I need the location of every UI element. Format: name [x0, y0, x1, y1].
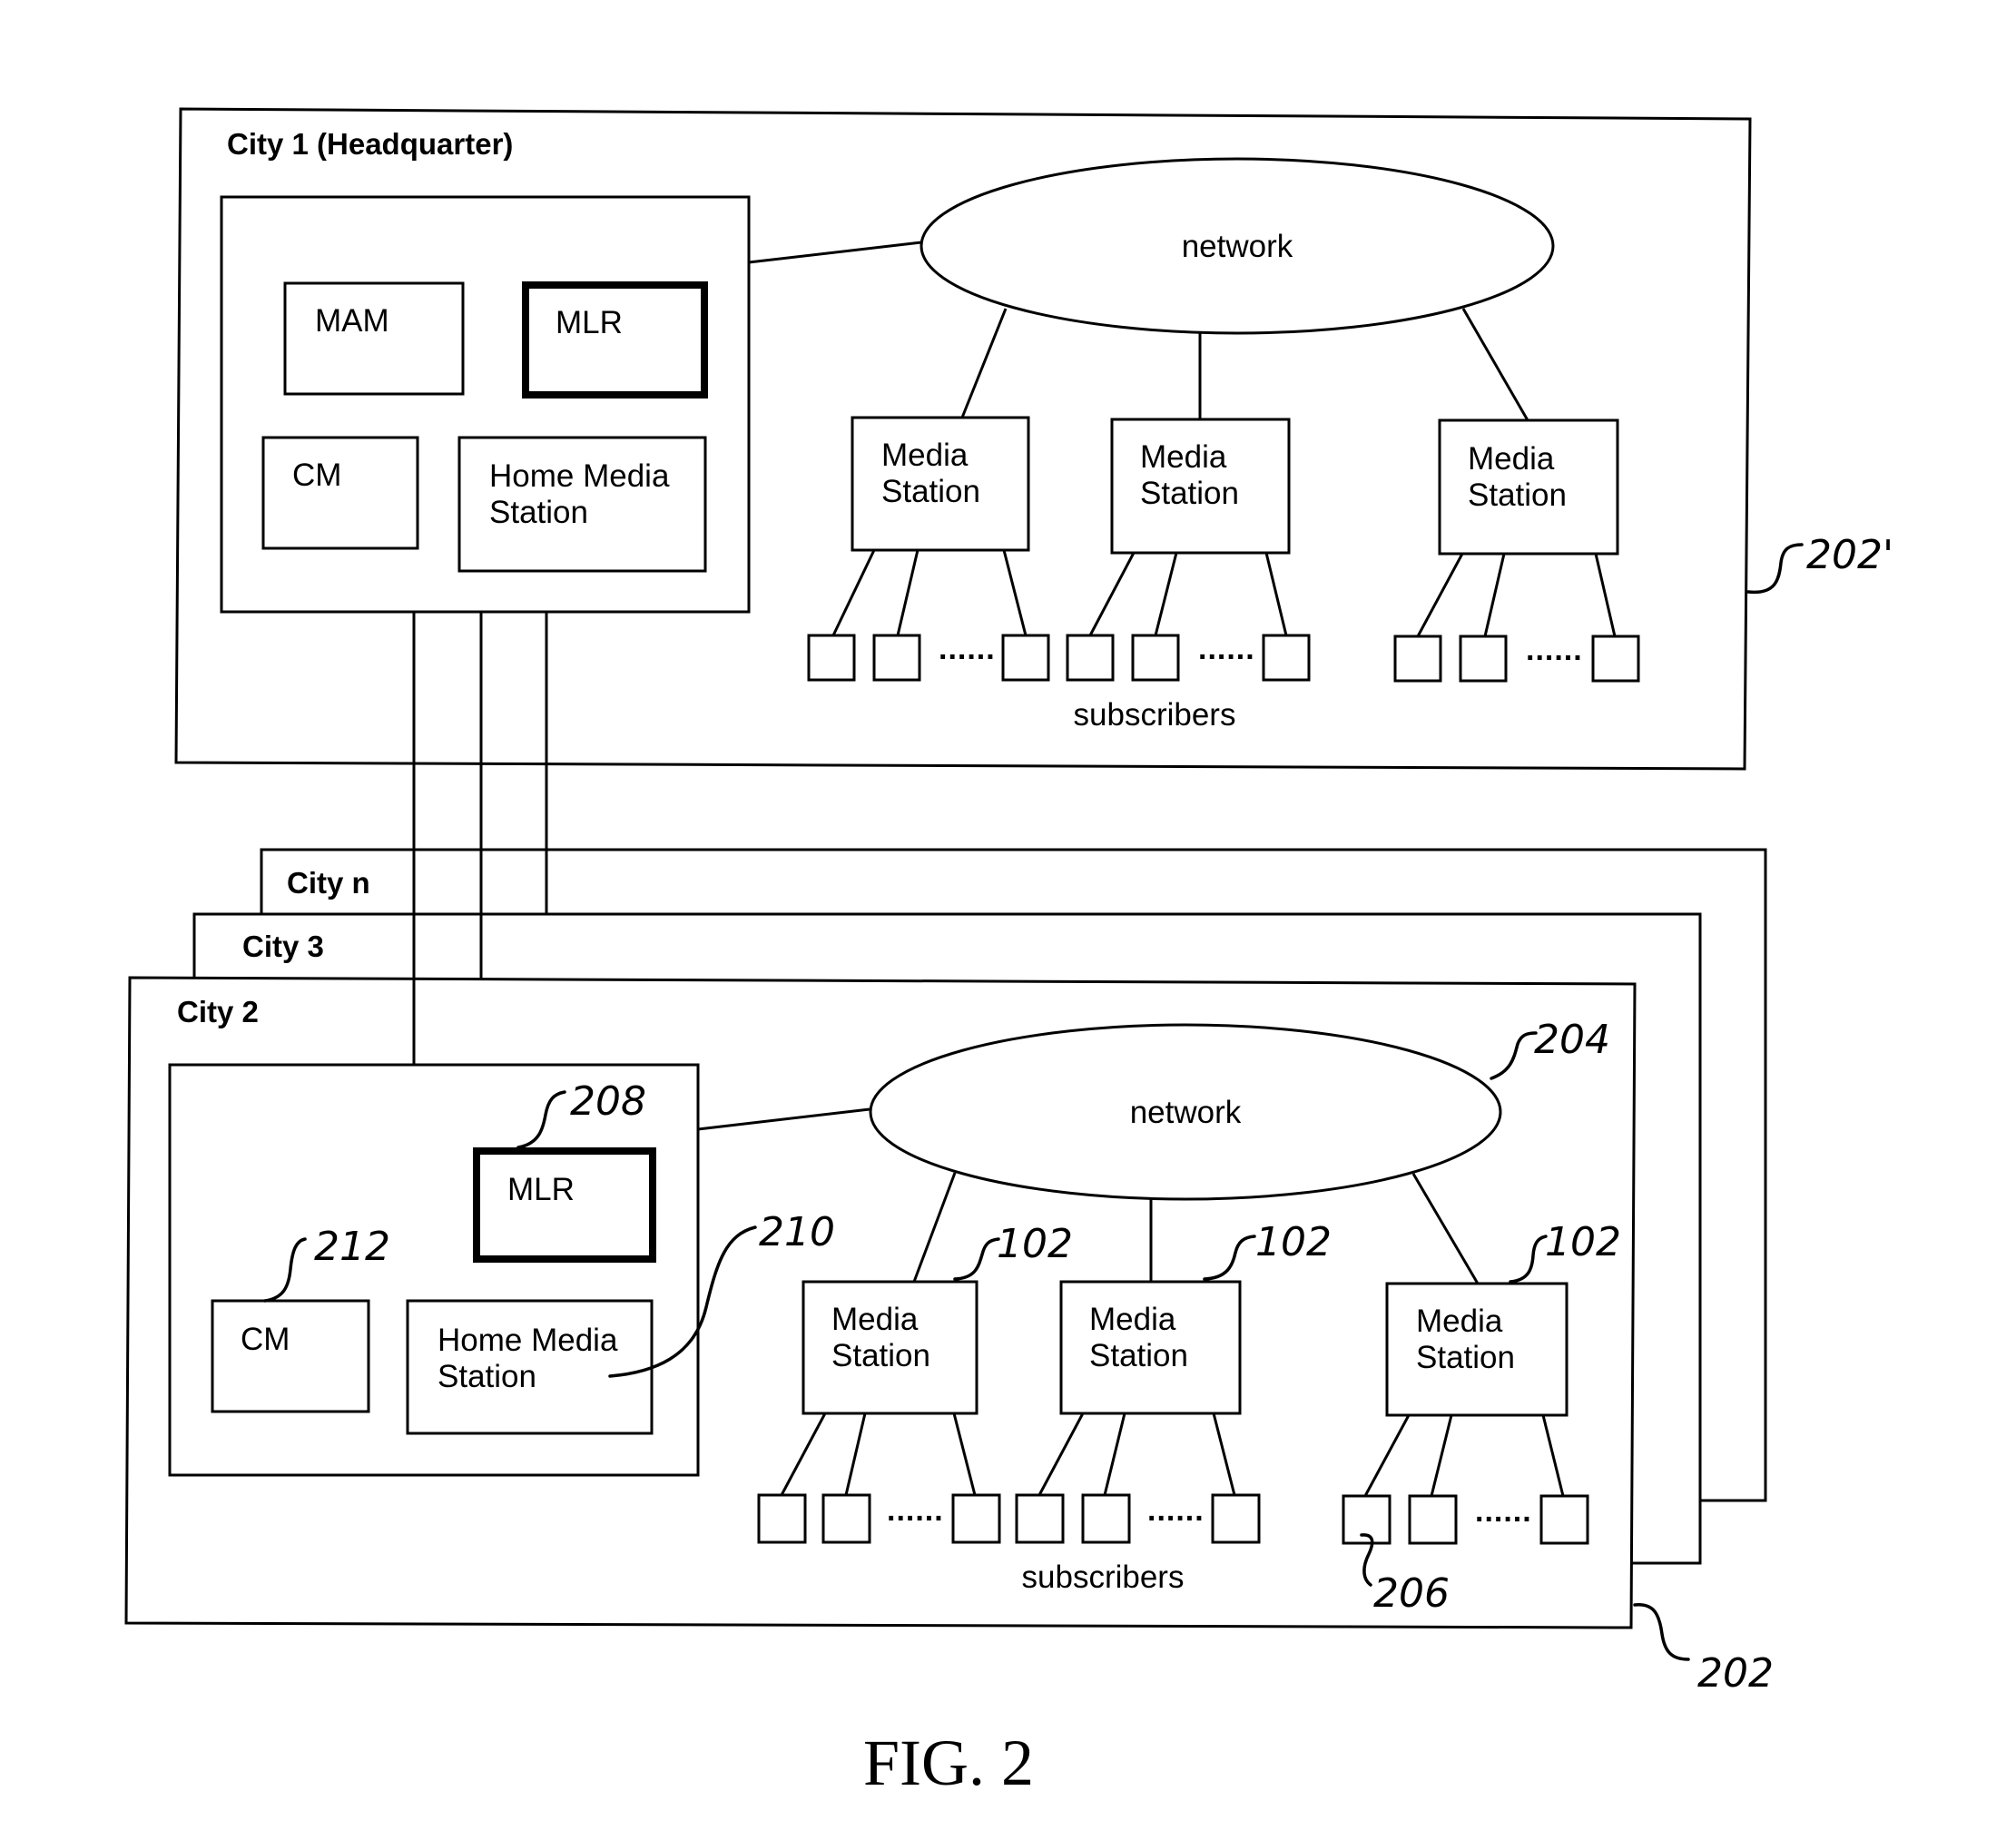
network-diagram: City n City 3 City 1 (Headquarter) MAM M… [124, 107, 1893, 1799]
city2-cm-box [211, 1299, 370, 1413]
hq-mam-box [283, 281, 465, 396]
city2-subscriber [1408, 1494, 1458, 1545]
cm-ref-label: 212 [314, 1224, 390, 1270]
hq-subscriber [807, 634, 856, 682]
city2-subscriber [1081, 1493, 1131, 1544]
figure-caption: FIG. 2 [863, 1727, 1034, 1799]
hms-ref-label: 210 [759, 1209, 835, 1255]
hq-subscriber [1591, 635, 1640, 683]
hq-ms1-line2: Station [881, 474, 980, 509]
hq-subscriber-ellipsis: ...... [939, 632, 996, 666]
hq-ref-leader [1746, 543, 1804, 595]
hq-subscriber [1262, 634, 1311, 682]
hq-network-label: network [1182, 229, 1293, 264]
hq-subscriber [872, 634, 921, 682]
city2-ms2-line2: Station [1089, 1338, 1188, 1373]
city2-ref-label: 202 [1697, 1650, 1774, 1697]
city2-subscriber [821, 1493, 871, 1544]
hq-subscribers-label: subscribers [1074, 697, 1236, 733]
city2-subscriber [951, 1493, 1001, 1544]
hq-cm-box [261, 436, 419, 550]
city2-ms2-line1: Media [1089, 1302, 1176, 1337]
city2-subscribers-label: subscribers [1022, 1560, 1185, 1595]
city-2-title: City 2 [177, 995, 259, 1028]
hq-subscriber-ellipsis: ...... [1526, 633, 1583, 667]
hq-cm-label: CM [292, 458, 341, 493]
city2-mlr-label: MLR [507, 1172, 575, 1207]
hq-subscriber [1459, 635, 1508, 683]
ms2-ref-label: 102 [1255, 1219, 1332, 1265]
hq-media-station-3: Media Station [1438, 418, 1619, 556]
city2-ms1-line2: Station [831, 1338, 930, 1373]
hq-mlr-label: MLR [556, 305, 623, 340]
city-1-title: City 1 (Headquarter) [227, 127, 513, 161]
city2-ms1-line1: Media [831, 1302, 919, 1337]
hq-subscriber [1001, 634, 1050, 682]
city2-media-station-3: Media Station [1385, 1282, 1569, 1417]
city2-cm-label: CM [241, 1322, 290, 1357]
hq-media-station-1: Media Station [851, 416, 1030, 552]
city2-media-station-1: Media Station [801, 1280, 978, 1415]
city2-home-media-station-line2: Station [438, 1359, 536, 1394]
city-3-title: City 3 [242, 930, 324, 963]
hq-ms3-line1: Media [1468, 441, 1555, 477]
ms3-ref-label: 102 [1545, 1219, 1621, 1265]
mlr-ref-label: 208 [570, 1078, 646, 1125]
hq-ms2-line2: Station [1140, 476, 1239, 511]
hq-subscriber [1131, 634, 1180, 682]
hq-ms1-line1: Media [881, 438, 969, 473]
hq-subscriber [1393, 635, 1442, 683]
city2-subscriber [757, 1493, 807, 1544]
hq-subscriber [1066, 634, 1115, 682]
hq-media-station-2: Media Station [1110, 418, 1291, 555]
ms1-ref-label: 102 [997, 1221, 1073, 1267]
hq-mam-label: MAM [315, 303, 389, 339]
city2-home-media-station-line1: Home Media [438, 1323, 618, 1358]
network-ref-label: 204 [1534, 1017, 1610, 1063]
city2-ms3-line1: Media [1416, 1304, 1503, 1339]
hq-ms3-line2: Station [1468, 477, 1567, 513]
city2-subscriber-ellipsis: ...... [1475, 1494, 1532, 1529]
city2-subscriber [1539, 1494, 1589, 1545]
hq-home-media-station-line2: Station [489, 495, 588, 530]
hq-subscriber-ellipsis: ...... [1198, 632, 1255, 666]
city2-subscriber [1211, 1493, 1261, 1544]
hq-ref-label: 202' [1806, 532, 1893, 578]
city2-subscriber [1015, 1493, 1065, 1544]
hq-ms2-line1: Media [1140, 439, 1227, 475]
city2-ref-leader [1633, 1603, 1690, 1661]
patent-figure: City n City 3 City 1 (Headquarter) MAM M… [0, 0, 2016, 1840]
city2-subscriber-ellipsis: ...... [887, 1493, 944, 1528]
city2-subscriber-ellipsis: ...... [1147, 1493, 1205, 1528]
city2-media-station-2: Media Station [1059, 1280, 1242, 1415]
city-n-title: City n [287, 866, 370, 900]
hq-home-media-station-line1: Home Media [489, 458, 670, 494]
subscriber-ref-label: 206 [1373, 1570, 1450, 1617]
city2-ms3-line2: Station [1416, 1340, 1515, 1375]
city2-network-label: network [1130, 1095, 1242, 1130]
